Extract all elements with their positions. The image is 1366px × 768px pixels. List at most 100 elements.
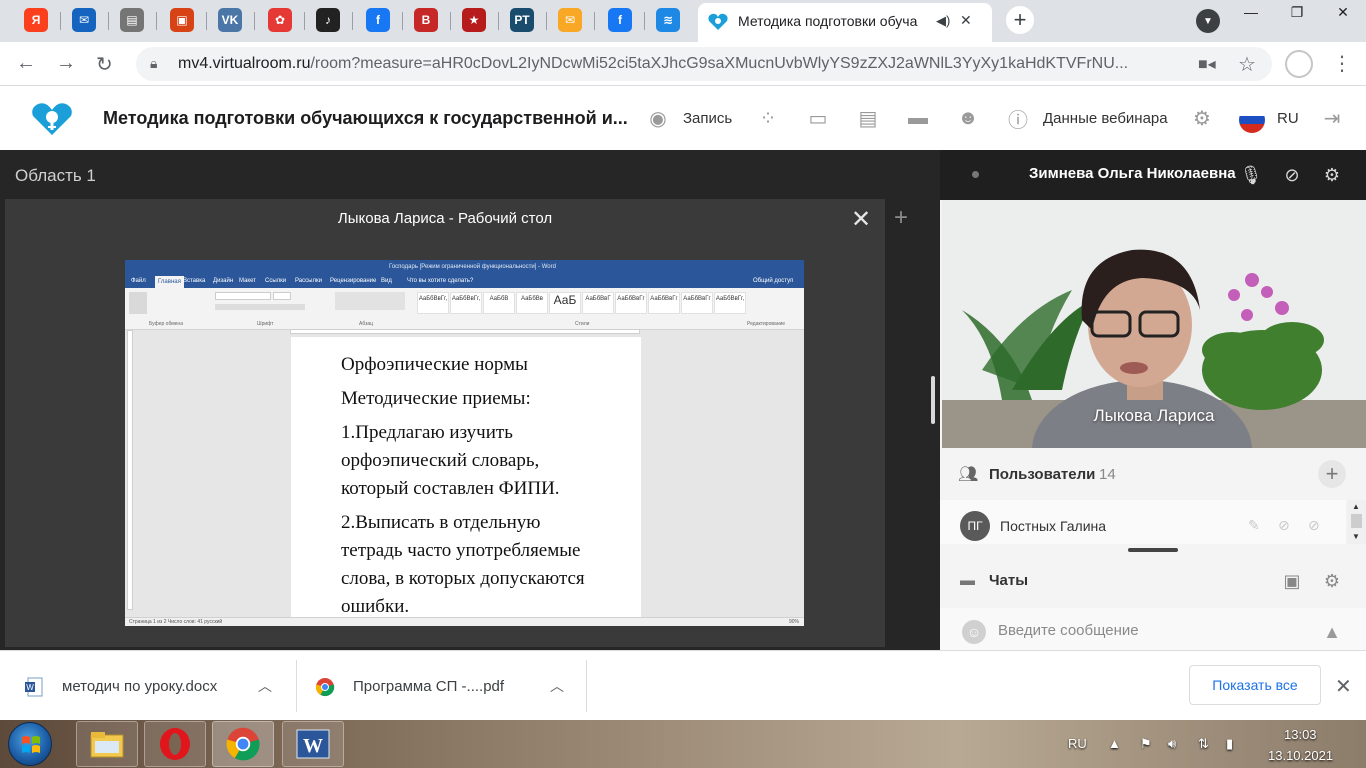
mic-muted-icon[interactable]: 🎙︎ [1238, 162, 1264, 188]
scroll-down-arrow-icon[interactable]: ▼ [1352, 532, 1360, 541]
clock-date[interactable]: 13.10.2021 [1268, 748, 1333, 763]
word-menu-item: Вид [381, 278, 392, 284]
clock-time[interactable]: 13:03 [1284, 727, 1317, 742]
vk-icon[interactable]: VK [218, 8, 242, 32]
settings-gear-icon[interactable]: ⚙ [1190, 106, 1214, 130]
layout-grid-icon[interactable]: ⁘ [756, 106, 780, 130]
envelope-icon[interactable]: ✉ [558, 8, 582, 32]
shared-word-window: Господарь [Режим ограниченной функционал… [125, 260, 804, 626]
info-icon[interactable]: ⓘ [1006, 106, 1030, 132]
word-menu-item: Ссылки [265, 278, 287, 284]
landscape-icon[interactable]: ≋ [656, 8, 680, 32]
minimize-button[interactable]: — [1228, 2, 1274, 22]
record-icon[interactable]: ◉ [646, 106, 670, 130]
image-icon[interactable]: ▣ [170, 8, 194, 32]
new-tab-button[interactable]: + [1006, 6, 1034, 34]
presenter-settings-icon[interactable]: ⚙ [1319, 162, 1345, 188]
record-label[interactable]: Запись [683, 110, 732, 127]
webinar-data-label[interactable]: Данные вебинара [1043, 110, 1168, 127]
presentation-icon[interactable]: ▤ [856, 106, 880, 130]
input-language[interactable]: RU [1068, 736, 1087, 751]
word-style-preview: АаБбВвГг [615, 292, 647, 314]
word-vertical-ruler [127, 330, 133, 610]
webinar-logo[interactable] [30, 102, 74, 136]
add-user-button[interactable]: + [1318, 460, 1346, 488]
word-status-left: Страница 1 из 2 Число слов: 41 русский [129, 619, 223, 625]
close-panel-icon[interactable]: ✕ [851, 205, 871, 234]
close-downloads-icon[interactable]: ✕ [1335, 674, 1352, 699]
users-scrollbar[interactable]: ▲ ▼ [1347, 500, 1366, 544]
facebook-icon[interactable]: f [366, 8, 390, 32]
opera-icon[interactable] [144, 721, 206, 767]
facebook-icon[interactable]: f [608, 8, 632, 32]
emoji-icon[interactable]: ☺ [962, 620, 986, 644]
cam-off-icon[interactable]: ⊘ [1278, 517, 1290, 534]
restore-button[interactable]: ❐ [1274, 2, 1320, 22]
camera-off-icon[interactable]: ⊘ [1279, 162, 1305, 188]
reload-icon[interactable]: ↻ [96, 52, 113, 77]
screen-off-icon[interactable]: ⊘ [1308, 517, 1320, 534]
file-explorer-icon[interactable] [76, 721, 138, 767]
network-icon[interactable]: ▮ [1226, 736, 1233, 752]
active-tab[interactable]: Методика подготовки обуча ◀) ✕ [698, 3, 992, 42]
rt-icon[interactable]: РТ [510, 8, 534, 32]
flower-icon[interactable]: ✿ [268, 8, 292, 32]
word-ribbon-group-label: Стили [575, 321, 590, 327]
profile-avatar[interactable] [1285, 50, 1313, 78]
book-icon[interactable]: B [414, 8, 438, 32]
tray-app-icon[interactable]: ⚑ [1140, 736, 1152, 752]
user-settings-icon[interactable]: ☻ [956, 106, 980, 130]
sync-icon[interactable]: ⇅ [1198, 736, 1209, 752]
yandex-icon[interactable]: Я [24, 8, 48, 32]
mic-off-icon[interactable]: ✎ [1248, 517, 1260, 534]
language-label[interactable]: RU [1277, 110, 1299, 127]
chat-settings-icon[interactable]: ⚙ [1319, 568, 1345, 594]
audio-playing-icon[interactable]: ◀) [936, 13, 950, 29]
lock-icon[interactable]: 🔒︎ [150, 55, 157, 72]
users-title[interactable]: Пользователи [989, 466, 1095, 483]
show-all-downloads-button[interactable]: Показать все [1189, 665, 1321, 705]
tab-search-icon[interactable]: ▼ [1196, 9, 1220, 33]
scroll-thumb[interactable] [1351, 514, 1362, 528]
mail-icon[interactable]: ✉ [72, 8, 96, 32]
word-style-preview: АаБбВвГг, [714, 292, 746, 314]
word-style-preview: АаБбВвГ [582, 292, 614, 314]
browser-toolbar: ← → ↻ 🔒︎ mv4.virtualroom.ru/room?measure… [0, 42, 1366, 86]
screen-share-icon[interactable]: ▭ [806, 106, 830, 130]
star-badge-icon[interactable]: ★ [462, 8, 486, 32]
address-bar[interactable]: 🔒︎ mv4.virtualroom.ru/room?measure=aHR0c… [136, 47, 1272, 81]
russian-flag-icon[interactable] [1239, 107, 1265, 133]
chevron-up-icon[interactable]: ︿ [258, 676, 272, 696]
status-dot-icon [972, 171, 979, 178]
chat-export-icon[interactable]: ▣ [1279, 568, 1305, 594]
area-title: Область 1 [15, 166, 96, 185]
document-icon[interactable]: ▤ [120, 8, 144, 32]
chats-title[interactable]: Чаты [989, 572, 1028, 589]
bookmark-star-icon[interactable]: ☆ [1238, 52, 1256, 77]
volume-icon[interactable]: 🔊︎ [1168, 736, 1176, 752]
chevron-up-icon[interactable]: ︿ [550, 676, 564, 696]
word-menu-item: Рецензирование [330, 278, 377, 284]
section-resize-handle[interactable] [1128, 548, 1178, 552]
send-icon[interactable]: ▲ [1320, 620, 1344, 644]
back-arrow-icon[interactable]: ← [16, 52, 36, 75]
chrome-icon[interactable] [212, 721, 274, 767]
camera-icon[interactable]: ■◂ [1198, 54, 1216, 74]
tray-arrow-icon[interactable]: ▲ [1108, 736, 1121, 751]
folder-icon[interactable]: ▬ [906, 106, 930, 130]
window-close-button[interactable]: ✕ [1320, 2, 1366, 22]
panel-resize-handle[interactable] [931, 376, 935, 424]
forward-arrow-icon[interactable]: → [56, 52, 76, 75]
start-button[interactable] [8, 722, 52, 766]
add-panel-icon[interactable]: + [894, 204, 908, 232]
chrome-icon [315, 678, 335, 697]
tab-close-icon[interactable]: ✕ [960, 12, 972, 29]
word-icon[interactable]: W [282, 721, 344, 767]
message-input[interactable] [998, 622, 1298, 639]
scroll-up-arrow-icon[interactable]: ▲ [1352, 502, 1360, 511]
exit-icon[interactable]: ⇥ [1320, 106, 1344, 130]
url-text[interactable]: mv4.virtualroom.ru/room?measure=aHR0cDov… [178, 55, 1178, 73]
browser-menu-icon[interactable]: ⋮ [1332, 51, 1352, 76]
music-icon[interactable]: ♪ [316, 8, 340, 32]
video-participant-name: Лыкова Лариса [1093, 406, 1215, 425]
